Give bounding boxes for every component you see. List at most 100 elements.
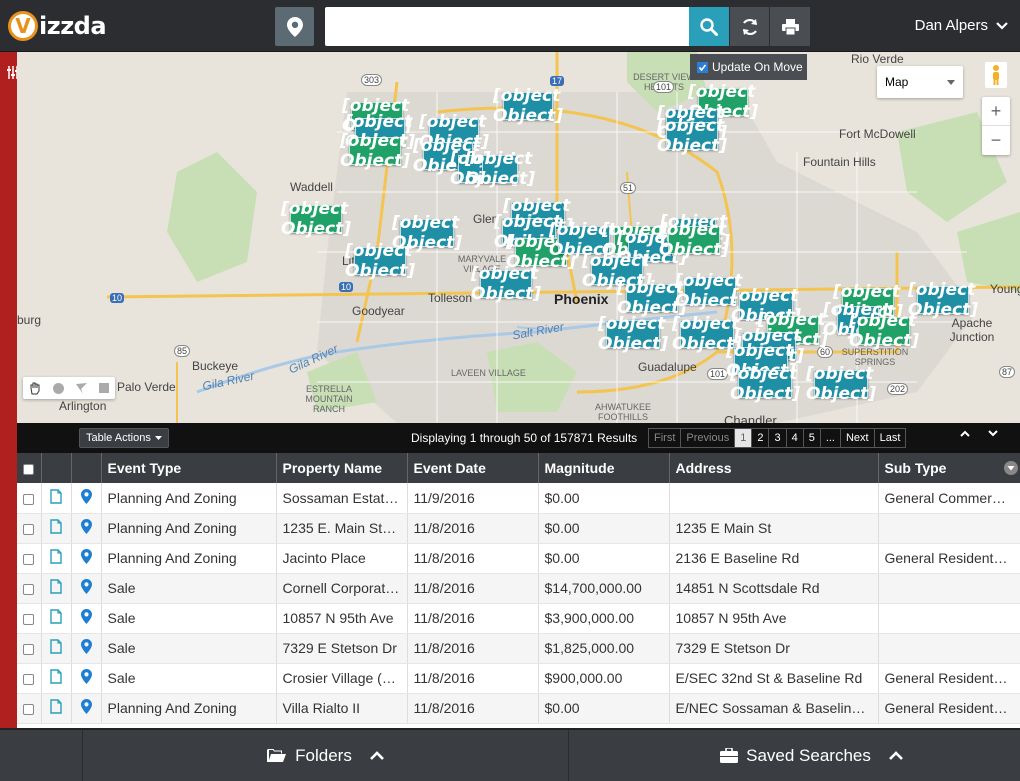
panel-resize-controls — [960, 430, 998, 437]
map-marker[interactable]: [object Object] — [493, 86, 563, 126]
logo[interactable]: V izzda — [8, 10, 107, 42]
map-pin-icon[interactable] — [80, 609, 92, 624]
pager-previous[interactable]: Previous — [681, 429, 736, 447]
column-menu-icon[interactable] — [1003, 461, 1018, 475]
cell-event-date: 11/8/2016 — [407, 543, 539, 574]
document-icon[interactable] — [50, 609, 62, 624]
map-marker[interactable]: [object Object] — [340, 131, 410, 171]
saved-searches-toggle[interactable]: Saved Searches — [568, 730, 1020, 781]
pager-page-2[interactable]: 2 — [752, 429, 770, 447]
column-header-magnitude[interactable]: Magnitude — [538, 453, 670, 483]
table-row[interactable]: Sale 10857 N 95th Ave 11/8/2016 $3,900,000.… — [17, 603, 1020, 634]
row-checkbox[interactable] — [23, 493, 35, 505]
table-row[interactable]: Sale Crosier Village (P… 11/8/2016 $900,000… — [17, 663, 1020, 694]
print-button[interactable] — [770, 7, 810, 46]
chevron-up-icon — [888, 751, 903, 760]
chevron-down-icon[interactable] — [988, 430, 998, 437]
row-checkbox[interactable] — [23, 553, 35, 565]
map-pin-icon[interactable] — [80, 488, 92, 504]
table-row[interactable]: Planning And Zoning Jacinto Place 11/8/201… — [17, 543, 1020, 574]
map-marker[interactable]: [object Object] — [617, 278, 687, 318]
map-pin-icon[interactable] — [80, 699, 92, 714]
map-pin-icon[interactable] — [80, 639, 92, 654]
column-header-event-type[interactable]: Event Type — [101, 453, 277, 483]
map-marker[interactable]: [object Object] — [345, 241, 415, 281]
map-marker[interactable]: [object Object] — [465, 149, 535, 189]
row-checkbox[interactable] — [23, 703, 35, 715]
street-view-pegman-icon[interactable] — [985, 62, 1007, 88]
map-marker[interactable]: [object Object] — [657, 116, 727, 156]
column-header-sub-type[interactable]: Sub Type — [878, 453, 1020, 483]
map-marker[interactable]: [object Object] — [675, 271, 745, 311]
pager-next[interactable]: Next — [840, 429, 875, 447]
cell-address: E/SEC 32nd St & Baseline Rd — [669, 663, 879, 694]
row-checkbox[interactable] — [23, 673, 35, 685]
column-header-event-date[interactable]: Event Date — [407, 453, 539, 483]
update-on-move-toggle[interactable]: Update On Move — [690, 54, 807, 80]
chevron-up-icon[interactable] — [960, 430, 970, 437]
rectangle-draw-icon[interactable] — [98, 382, 110, 394]
table-row[interactable]: Planning And Zoning 1235 E. Main Str… 11/8… — [17, 513, 1020, 544]
map-marker[interactable]: [object Object] — [806, 364, 876, 404]
column-header-property-name[interactable]: Property Name — [276, 453, 408, 483]
folders-toggle[interactable]: Folders — [82, 730, 568, 781]
pager-last[interactable]: Last — [874, 429, 906, 447]
row-pin-cell — [71, 603, 102, 634]
map-marker[interactable]: [object Object] — [281, 199, 351, 239]
pager-page-4[interactable]: 4 — [786, 429, 804, 447]
column-header-address[interactable]: Address — [669, 453, 879, 483]
cell-event-date: 11/8/2016 — [407, 513, 539, 544]
search-input[interactable] — [325, 7, 690, 46]
map-marker[interactable]: [object Object] — [659, 220, 729, 260]
map-pin-icon[interactable] — [80, 519, 92, 534]
zoom-in-button[interactable]: + — [982, 97, 1010, 126]
polygon-draw-icon[interactable] — [75, 382, 88, 395]
document-icon[interactable] — [50, 489, 62, 504]
row-checkbox[interactable] — [23, 643, 35, 655]
cell-address — [669, 483, 879, 514]
cell-property-name: 7329 E Stetson Dr — [276, 633, 408, 664]
location-pin-button[interactable] — [275, 7, 314, 46]
table-row[interactable]: Planning And Zoning Sossaman Estate… 11/9/… — [17, 483, 1020, 514]
table-actions-button[interactable]: Table Actions — [79, 428, 169, 448]
pager-page-5[interactable]: 5 — [803, 429, 821, 447]
zoom-out-button[interactable]: − — [982, 126, 1010, 155]
cell-magnitude: $1,825,000.00 — [538, 633, 670, 664]
document-icon[interactable] — [50, 549, 62, 564]
map-pin-icon[interactable] — [80, 669, 92, 684]
map-view[interactable]: Rio Verde Desert View Heights Fort McDow… — [17, 52, 1020, 423]
pager-first[interactable]: First — [649, 429, 682, 447]
circle-draw-icon[interactable] — [52, 382, 65, 395]
map-marker[interactable]: [object Object] — [730, 364, 800, 404]
map-type-select[interactable]: Map — [877, 66, 963, 98]
header-doc-cell — [41, 453, 72, 483]
hand-pan-icon[interactable] — [28, 381, 42, 395]
table-row[interactable]: Planning And Zoning Villa Rialto II 11/8/2… — [17, 693, 1020, 724]
document-icon[interactable] — [50, 669, 62, 684]
pager-page-3[interactable]: 3 — [769, 429, 787, 447]
user-menu[interactable]: Dan Alpers — [915, 17, 1008, 34]
map-pin-icon[interactable] — [80, 579, 92, 594]
map-pin-icon[interactable] — [80, 549, 92, 564]
select-all-checkbox[interactable] — [23, 463, 35, 475]
table-row[interactable]: Sale Cornell Corporat… 11/8/2016 $14,700,00… — [17, 573, 1020, 604]
row-checkbox[interactable] — [23, 613, 35, 625]
document-icon[interactable] — [50, 519, 62, 534]
refresh-button[interactable] — [730, 7, 769, 46]
search-button[interactable] — [689, 7, 729, 46]
row-checkbox[interactable] — [23, 583, 35, 595]
document-icon[interactable] — [50, 699, 62, 714]
table-row[interactable]: Sale 7329 E Stetson Dr 11/8/2016 $1,825,000… — [17, 633, 1020, 664]
document-icon[interactable] — [50, 639, 62, 654]
map-marker[interactable]: [object Object] — [471, 264, 541, 304]
map-marker[interactable]: [object Object] — [849, 311, 919, 351]
pager-ellipsis[interactable]: ... — [820, 429, 841, 447]
checkbox-checked-icon[interactable] — [697, 61, 708, 73]
map-marker[interactable]: [object Object] — [598, 314, 668, 354]
highway-shield: 101 — [707, 368, 729, 380]
place-label: Chandler — [724, 413, 777, 423]
row-checkbox[interactable] — [23, 523, 35, 535]
document-icon[interactable] — [50, 579, 62, 594]
map-marker[interactable]: [object Object] — [908, 280, 978, 320]
pager-page-1[interactable]: 1 — [735, 429, 753, 447]
